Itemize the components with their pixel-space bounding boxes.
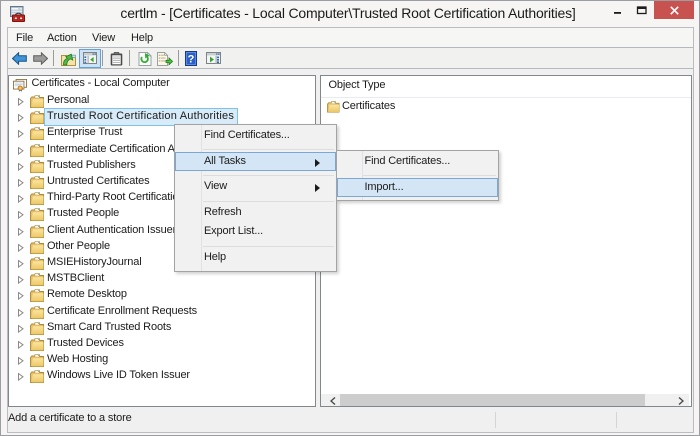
svg-text:?: ?: [188, 54, 195, 66]
